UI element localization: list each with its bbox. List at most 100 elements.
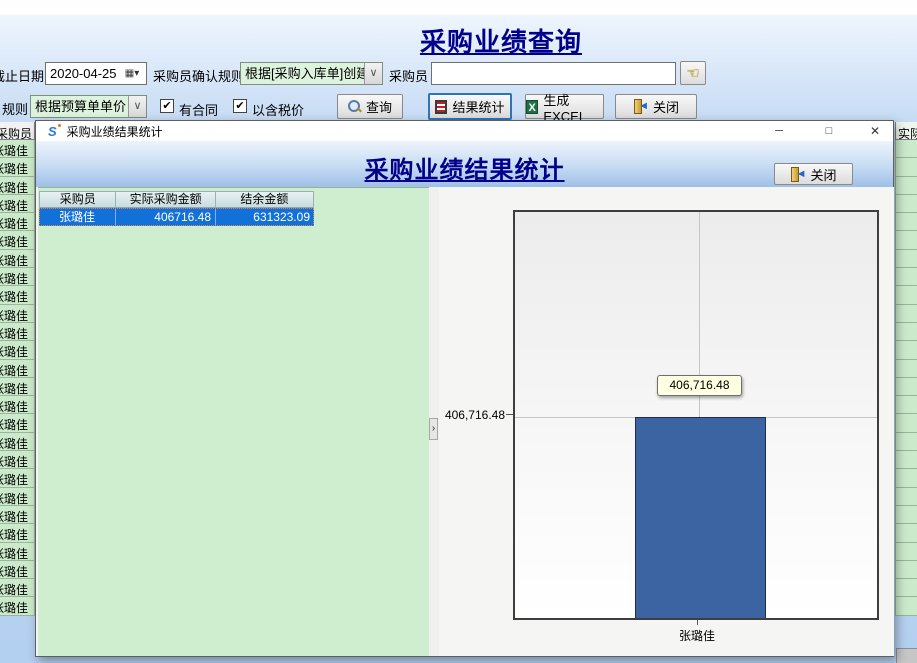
contract-checkbox[interactable]: ✔: [160, 99, 174, 113]
bg-table-row-right[interactable]: [895, 158, 917, 176]
tax-checkbox-label[interactable]: 以含税价: [252, 100, 304, 119]
bg-table-row[interactable]: 张璐佳: [0, 378, 35, 396]
bg-table-row[interactable]: 张璐佳: [0, 231, 35, 249]
bg-table-row-right[interactable]: [895, 231, 917, 249]
bg-row-buyer-label: 张璐佳: [0, 508, 28, 524]
bg-table-row-right[interactable]: [895, 213, 917, 231]
bg-table-row[interactable]: 张璐佳: [0, 158, 35, 176]
bg-table-row-right[interactable]: [895, 286, 917, 304]
query-button[interactable]: 查询: [337, 94, 403, 119]
col-header-balance-amount[interactable]: 结余金额: [216, 192, 313, 207]
bg-table-row-right[interactable]: [895, 414, 917, 432]
bg-table-row[interactable]: 张璐佳: [0, 250, 35, 268]
confirm-rule-select[interactable]: 根据[采购入库单]创建人 ∨: [240, 62, 383, 85]
bg-table-row-right[interactable]: [895, 323, 917, 341]
bg-table-row[interactable]: 张璐佳: [0, 414, 35, 432]
bg-table-row-right[interactable]: [895, 469, 917, 487]
buyer-lookup-button[interactable]: ☜: [680, 61, 706, 85]
chevron-down-icon[interactable]: ∨: [128, 96, 146, 117]
cell-buyer[interactable]: 张璐佳: [39, 208, 116, 226]
bg-table-row[interactable]: 张璐佳: [0, 341, 35, 359]
bg-table-row-right[interactable]: [895, 451, 917, 469]
bg-row-buyer-label: 张璐佳: [0, 563, 28, 579]
bg-table-row[interactable]: 张璐佳: [0, 396, 35, 414]
table-row-selected[interactable]: 张璐佳 406716.48 631323.09: [39, 208, 314, 226]
bg-table-row-right[interactable]: [895, 378, 917, 396]
buyer-label: 采购员: [389, 66, 428, 85]
bg-table-row-right[interactable]: [895, 268, 917, 286]
result-stats-button[interactable]: 结果统计: [428, 93, 512, 120]
bg-row-buyer-label: 张璐佳: [0, 343, 28, 359]
window-corner-fragment: [896, 648, 917, 663]
buyer-input[interactable]: [431, 62, 676, 85]
cell-balance-amount[interactable]: 631323.09: [216, 208, 314, 226]
bg-table-row[interactable]: 张璐佳: [0, 433, 35, 451]
bg-table-row-right[interactable]: [895, 177, 917, 195]
bg-table-row-right[interactable]: [895, 543, 917, 561]
bg-table-row[interactable]: 张璐佳: [0, 488, 35, 506]
close-window-button[interactable]: ✕: [860, 121, 890, 141]
bg-table-row-right[interactable]: [895, 396, 917, 414]
dialog-close-button[interactable]: ◄ 关闭: [774, 163, 853, 185]
maximize-button[interactable]: □: [814, 121, 844, 141]
bg-table-row[interactable]: 张璐佳: [0, 323, 35, 341]
bg-table-row[interactable]: 张璐佳: [0, 579, 35, 597]
bg-table-row-right[interactable]: [895, 360, 917, 378]
bg-table-row-right[interactable]: [895, 195, 917, 213]
dialog-titlebar[interactable]: S 采购业绩结果统计 ─ □ ✕: [36, 121, 893, 141]
bg-table-row-right[interactable]: [895, 341, 917, 359]
bg-table-row-right[interactable]: [895, 305, 917, 323]
bg-table-row[interactable]: 张璐佳: [0, 305, 35, 323]
bg-table-row-right[interactable]: [895, 524, 917, 542]
bg-table-row-right[interactable]: [895, 488, 917, 506]
bg-table-row[interactable]: 张璐佳: [0, 360, 35, 378]
close-button-label: 关闭: [653, 97, 679, 116]
col-header-actual-amount[interactable]: 实际采购金额: [116, 192, 215, 207]
bg-table-row[interactable]: 张璐佳: [0, 195, 35, 213]
dialog-content: 采购员 实际采购金额 结余金额 张璐佳 406716.48 631323.09 …: [36, 187, 893, 656]
bg-row-buyer-label: 张璐佳: [0, 581, 28, 597]
bg-table-row-right[interactable]: [895, 597, 917, 615]
bg-table-row-right[interactable]: [895, 140, 917, 158]
bg-table-row[interactable]: 张璐佳: [0, 597, 35, 615]
y-axis-tick-label: 406,716.48: [439, 408, 505, 422]
bg-table-row-right[interactable]: [895, 506, 917, 524]
bg-table-row[interactable]: 张璐佳: [0, 286, 35, 304]
end-date-label: 截止日期: [0, 66, 44, 85]
price-rule-select[interactable]: 根据预算单单价 ∨: [30, 95, 147, 118]
bg-table-row-right[interactable]: [895, 250, 917, 268]
splitter-collapse-arrow[interactable]: ›: [429, 418, 438, 440]
bg-table-row[interactable]: 张璐佳: [0, 543, 35, 561]
bar-series-zhanglujia[interactable]: [635, 417, 766, 618]
tax-checkbox[interactable]: ✔: [233, 99, 247, 113]
bg-table-row[interactable]: 张璐佳: [0, 506, 35, 524]
bg-table-row[interactable]: 张璐佳: [0, 140, 35, 158]
bg-table-row-right[interactable]: [895, 433, 917, 451]
generate-excel-button[interactable]: X 生成EXCEL: [525, 94, 604, 119]
bg-table-row[interactable]: 张璐佳: [0, 268, 35, 286]
calendar-dropdown-icon[interactable]: ▦▾: [118, 63, 146, 84]
bg-table-row[interactable]: 张璐佳: [0, 524, 35, 542]
bg-table-row[interactable]: 张璐佳: [0, 561, 35, 579]
close-button[interactable]: ◄ 关闭: [615, 94, 697, 119]
panel-splitter[interactable]: ›: [429, 187, 439, 656]
bg-table-row[interactable]: 张璐佳: [0, 213, 35, 231]
confirm-rule-label: 采购员确认规则: [153, 66, 244, 85]
bg-table-row[interactable]: 张璐佳: [0, 451, 35, 469]
contract-checkbox-label[interactable]: 有合同: [179, 100, 218, 119]
bg-table-row[interactable]: 张璐佳: [0, 177, 35, 195]
bg-table-row-right[interactable]: [895, 561, 917, 579]
bg-table-row-right[interactable]: [895, 579, 917, 597]
end-date-picker[interactable]: 2020-04-25 ▦▾: [45, 62, 147, 85]
chevron-down-icon[interactable]: ∨: [364, 63, 382, 84]
bg-table-row[interactable]: 张璐佳: [0, 469, 35, 487]
hand-pointer-icon: ☜: [686, 66, 699, 81]
bar-value-tooltip: 406,716.48: [657, 375, 742, 396]
bg-table-right-strip: 实际采购金额: [895, 122, 917, 616]
minimize-button[interactable]: ─: [764, 121, 794, 141]
result-panel: 采购员 实际采购金额 结余金额 张璐佳 406716.48 631323.09: [38, 187, 429, 656]
price-rule-label: 规则: [2, 99, 28, 118]
cell-actual-amount[interactable]: 406716.48: [116, 208, 216, 226]
col-header-buyer[interactable]: 采购员: [40, 192, 116, 207]
dialog-close-button-label: 关闭: [810, 165, 836, 184]
